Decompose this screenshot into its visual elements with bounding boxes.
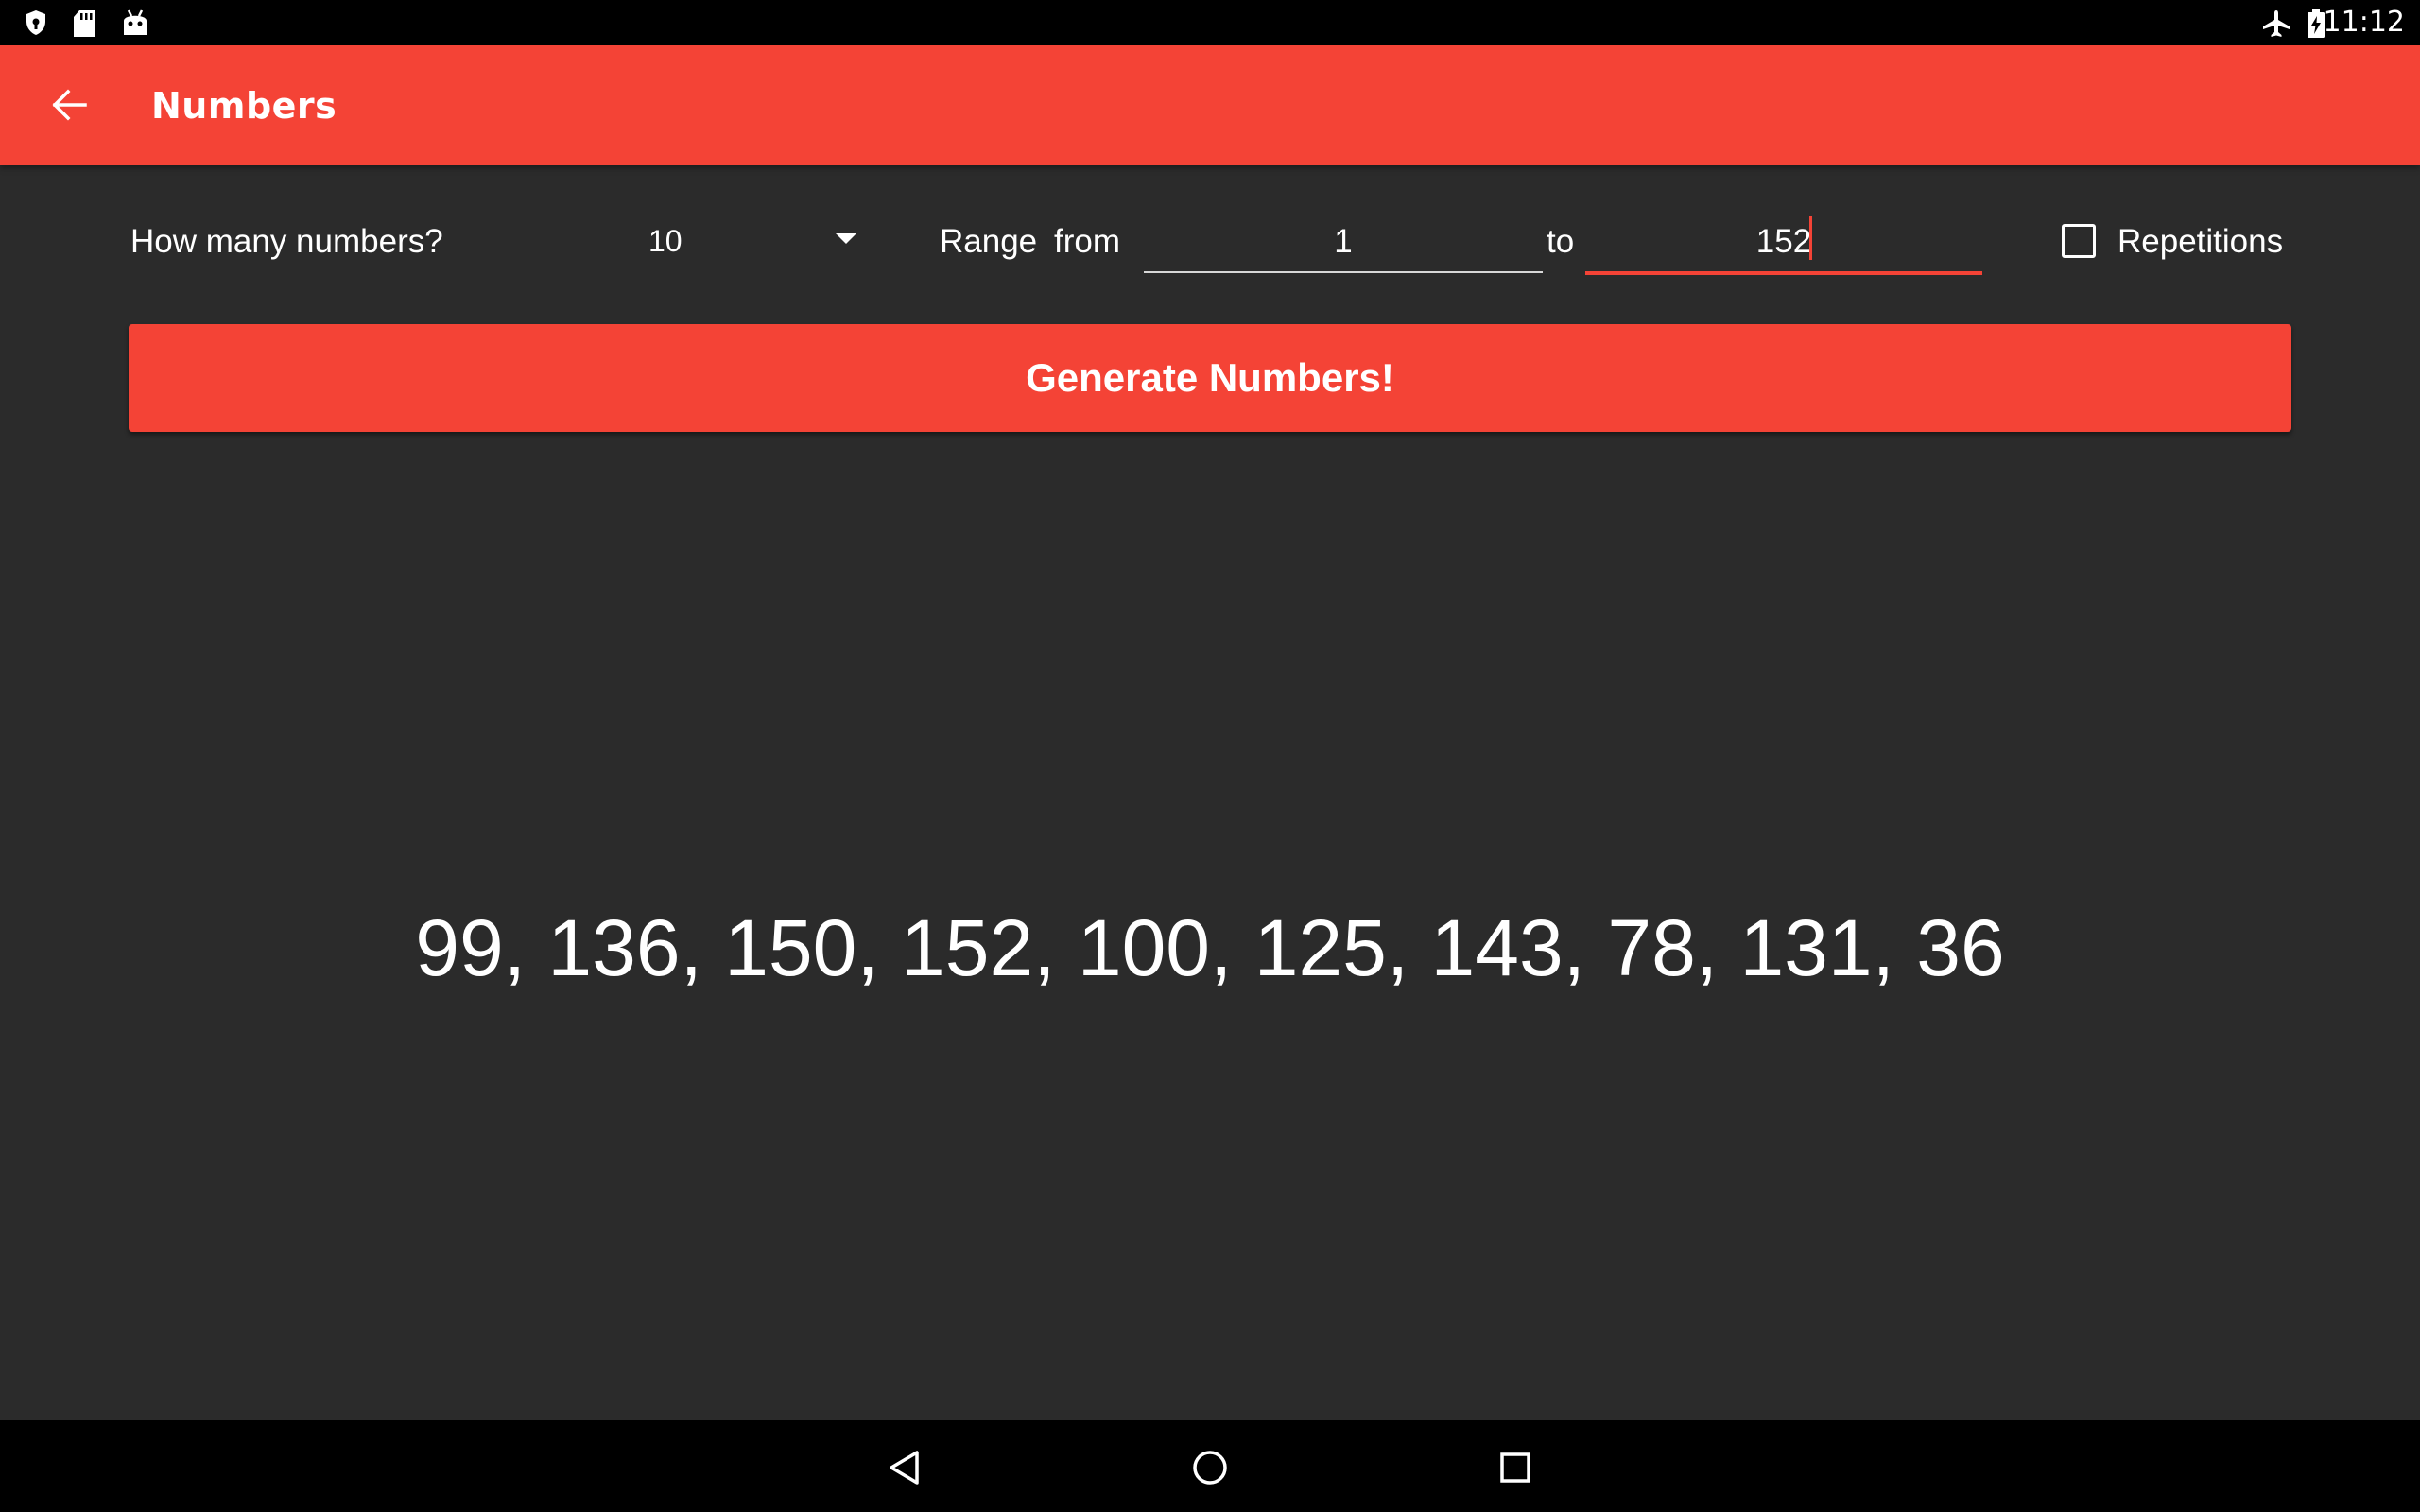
back-arrow-icon[interactable] (45, 81, 93, 129)
nav-home-icon[interactable] (1182, 1439, 1238, 1496)
count-dropdown[interactable]: 10 (624, 213, 870, 269)
count-label: How many numbers? (130, 223, 443, 260)
shield-icon (26, 10, 45, 35)
clock: 11:12 (2323, 6, 2405, 39)
nav-recents-icon[interactable] (1487, 1439, 1544, 1496)
text-cursor (1809, 216, 1812, 260)
repetitions-label[interactable]: Repetitions (2118, 223, 2283, 261)
repetitions-checkbox[interactable] (2062, 224, 2096, 258)
airplane-mode-icon (2263, 10, 2290, 37)
generate-button-label: Generate Numbers! (1026, 355, 1394, 400)
to-label: to (1547, 223, 1575, 260)
status-bar: 11:12 (0, 0, 2420, 45)
range-to-input[interactable] (1585, 213, 1982, 275)
count-value: 10 (648, 224, 683, 258)
page-title: Numbers (151, 85, 337, 127)
navigation-bar (0, 1420, 2420, 1512)
range-label: Range (940, 223, 1038, 260)
sd-card-icon (74, 10, 95, 37)
range-from-input[interactable] (1144, 213, 1543, 273)
android-icon (124, 9, 147, 35)
generate-button[interactable]: Generate Numbers! (129, 324, 2291, 432)
result-numbers: 99, 136, 150, 152, 100, 125, 143, 78, 13… (415, 903, 2005, 992)
nav-back-icon[interactable] (876, 1439, 933, 1496)
dropdown-arrow-icon (836, 233, 856, 244)
app-bar: Numbers (0, 45, 2420, 165)
from-label: from (1054, 223, 1120, 260)
